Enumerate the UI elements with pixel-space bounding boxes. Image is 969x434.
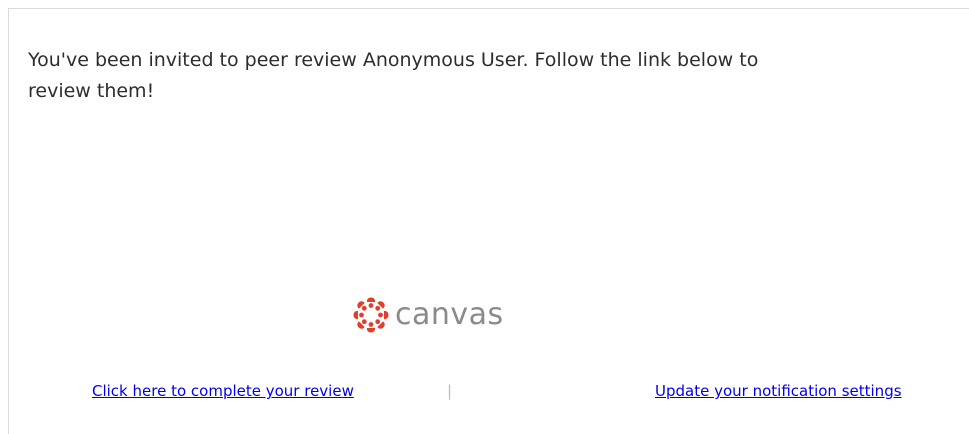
brand-name: canvas bbox=[395, 297, 504, 332]
complete-review-link[interactable]: Click here to complete your review bbox=[92, 381, 354, 401]
notification-settings-link[interactable]: Update your notification settings bbox=[655, 381, 902, 401]
canvas-brand: canvas bbox=[353, 295, 504, 335]
invitation-message: You've been invited to peer review Anony… bbox=[28, 49, 759, 102]
canvas-logo-icon bbox=[353, 297, 389, 333]
email-body: You've been invited to peer review Anony… bbox=[8, 8, 969, 434]
footer-separator: | bbox=[447, 382, 453, 400]
